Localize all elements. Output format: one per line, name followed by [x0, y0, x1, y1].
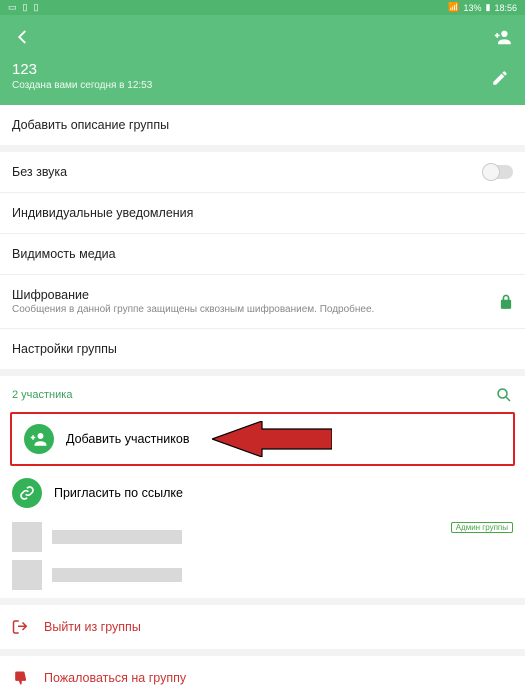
lock-icon: [499, 294, 513, 310]
add-description-row[interactable]: Добавить описание группы: [0, 105, 525, 145]
encryption-subtitle: Сообщения в данной группе защищены сквоз…: [12, 304, 499, 315]
group-title: 123: [12, 61, 513, 78]
edit-button[interactable]: [491, 69, 513, 91]
participants-header: 2 участника: [0, 376, 525, 410]
battery-icon: ▮: [486, 2, 491, 13]
participant-name-placeholder: [52, 568, 182, 582]
highlight-annotation: Добавить участников: [10, 412, 515, 466]
group-settings-label: Настройки группы: [12, 342, 117, 356]
invite-link-row[interactable]: Пригласить по ссылке: [0, 468, 525, 518]
avatar: [12, 560, 42, 590]
exit-group-row[interactable]: Выйти из группы: [0, 605, 525, 649]
mute-label: Без звука: [12, 165, 67, 179]
status-icon: ▯: [23, 2, 28, 13]
exit-icon: [12, 619, 30, 635]
signal-icon: 📶: [448, 2, 459, 13]
admin-badge: Админ группы: [451, 522, 513, 533]
status-bar: ▭ ▯ ▯ 📶 13% ▮ 18:56: [0, 0, 525, 15]
media-visibility-row[interactable]: Видимость медиа: [0, 233, 525, 274]
avatar: [12, 522, 42, 552]
participant-row[interactable]: [0, 554, 525, 598]
group-header: 123 Создана вами сегодня в 12:53: [0, 15, 525, 105]
add-description-label: Добавить описание группы: [12, 118, 169, 132]
media-visibility-label: Видимость медиа: [12, 247, 116, 261]
status-icon: ▯: [33, 2, 38, 13]
group-settings-row[interactable]: Настройки группы: [0, 328, 525, 369]
group-subtitle: Создана вами сегодня в 12:53: [12, 80, 513, 91]
link-icon: [12, 478, 42, 508]
encryption-title: Шифрование: [12, 288, 499, 302]
add-person-icon: [24, 424, 54, 454]
back-button[interactable]: [12, 26, 34, 48]
encryption-row[interactable]: Шифрование Сообщения в данной группе защ…: [0, 274, 525, 328]
clock: 18:56: [494, 3, 517, 13]
thumbs-down-icon: [12, 670, 30, 686]
add-contact-icon[interactable]: [491, 26, 513, 48]
battery-label: 13%: [464, 3, 482, 13]
participant-name-placeholder: [52, 530, 182, 544]
participant-row[interactable]: Админ группы: [0, 518, 525, 554]
status-icon: ▭: [8, 2, 17, 13]
search-button[interactable]: [495, 386, 513, 404]
custom-notifications-label: Индивидуальные уведомления: [12, 206, 193, 220]
add-participants-row[interactable]: Добавить участников: [12, 414, 513, 464]
exit-group-label: Выйти из группы: [44, 620, 141, 634]
participants-count: 2 участника: [12, 389, 72, 401]
report-group-row[interactable]: Пожаловаться на группу: [0, 656, 525, 700]
mute-toggle[interactable]: [483, 165, 513, 179]
custom-notifications-row[interactable]: Индивидуальные уведомления: [0, 192, 525, 233]
report-group-label: Пожаловаться на группу: [44, 671, 186, 685]
invite-link-label: Пригласить по ссылке: [54, 486, 183, 500]
add-participants-label: Добавить участников: [66, 432, 190, 446]
mute-row[interactable]: Без звука: [0, 152, 525, 192]
